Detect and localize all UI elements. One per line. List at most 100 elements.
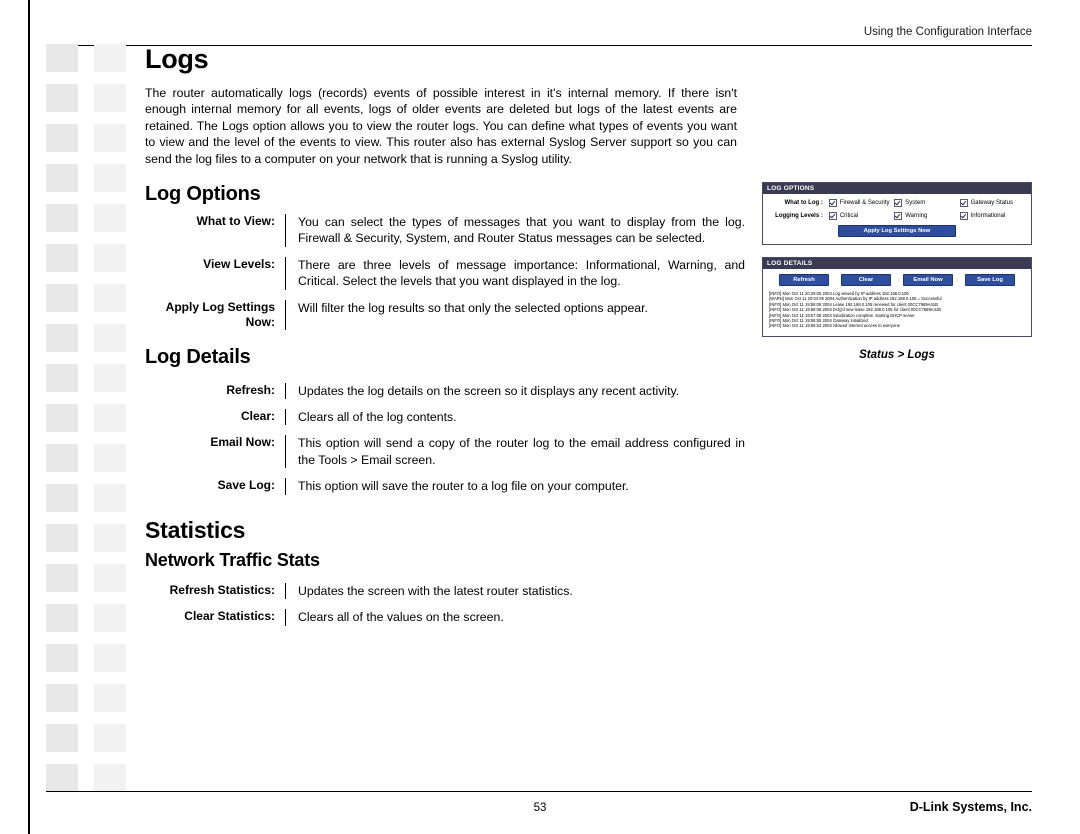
section-heading-log-details: Log Details (145, 345, 251, 368)
log-lines-list: [INFO] Mon Oct 11 20:29:05 2004 Log view… (769, 291, 1025, 329)
checkbox-icon[interactable] (959, 212, 968, 220)
decorative-square (46, 164, 78, 192)
definition-row: Refresh Statistics: Updates the screen w… (145, 582, 745, 600)
definition-row: Refresh: Updates the log details on the … (145, 382, 745, 400)
left-margin-rule (28, 0, 30, 834)
checkbox-label: Gateway Status (970, 200, 1013, 206)
apply-log-settings-now-button[interactable]: Apply Log Settings Now (838, 225, 956, 237)
definition-label: What to View: (196, 214, 275, 229)
definition-description: Clears all of the values on the screen. (298, 610, 504, 625)
decorative-square (94, 404, 126, 432)
decorative-square (94, 724, 126, 752)
definition-label: Clear Statistics: (184, 609, 275, 624)
decorative-square-row (46, 724, 126, 752)
definition-label: View Levels: (203, 256, 275, 271)
save-log-button[interactable]: Save Log (965, 274, 1015, 286)
log-line: [INFO] Mon Oct 11 19:56:53 2004 Allowed … (769, 323, 900, 329)
checkbox-label: Informational (970, 213, 1006, 219)
log-details-button-row: Refresh Clear Email Now Save Log (769, 274, 1025, 286)
definition-description: You can select the types of messages tha… (298, 215, 745, 246)
decorative-square (46, 284, 78, 312)
decorative-square (46, 644, 78, 672)
decorative-square-row (46, 84, 126, 112)
definition-label: Clear: (240, 409, 275, 424)
decorative-square (46, 764, 78, 792)
decorative-square (46, 604, 78, 632)
definition-row: Clear: Clears all of the log contents. (145, 409, 745, 426)
decorative-square-row (46, 244, 126, 272)
definition-row: Save Log: This option will save the rout… (145, 478, 745, 495)
checkbox-warning[interactable]: Warning (894, 212, 959, 220)
checkbox-icon[interactable] (894, 212, 903, 220)
definition-label: Refresh: (226, 382, 275, 397)
checkbox-icon[interactable] (828, 212, 837, 220)
decorative-square (94, 44, 126, 72)
page-title: Logs (145, 44, 209, 74)
decorative-square (94, 484, 126, 512)
checkbox-critical[interactable]: Critical (828, 212, 894, 220)
checkbox-icon[interactable] (828, 199, 837, 207)
checkbox-label: Warning (905, 213, 928, 219)
decorative-square (46, 524, 78, 552)
log-details-panel-title: LOG DETAILS (763, 258, 1031, 269)
decorative-square-row (46, 164, 126, 192)
definition-description: Updates the log details on the screen so… (298, 383, 680, 398)
definition-label: Save Log: (217, 478, 275, 493)
footer-company: D-Link Systems, Inc. (909, 800, 1032, 814)
checkbox-label: System (905, 200, 926, 206)
definition-row: View Levels: There are three levels of m… (145, 256, 745, 290)
logging-levels-label: Logging Levels : (775, 213, 823, 219)
log-options-panel-body: What to Log : Firewall & Security System… (763, 194, 1031, 244)
decorative-square (94, 604, 126, 632)
decorative-square (46, 564, 78, 592)
checkbox-firewall-security[interactable]: Firewall & Security (828, 199, 894, 207)
decorative-square (94, 244, 126, 272)
decorative-square (94, 164, 126, 192)
checkbox-informational[interactable]: Informational (959, 212, 1025, 220)
checkbox-icon[interactable] (894, 199, 903, 207)
definition-description: This option will save the router to a lo… (298, 479, 629, 494)
checkbox-icon[interactable] (959, 199, 968, 207)
decorative-square-row (46, 644, 126, 672)
section-heading-log-options: Log Options (145, 183, 261, 206)
decorative-square (94, 84, 126, 112)
footer-divider (46, 791, 1032, 792)
decorative-square (46, 84, 78, 112)
decorative-squares-column (46, 44, 126, 804)
checkbox-label: Critical (839, 213, 859, 219)
decorative-square (46, 204, 78, 232)
decorative-square (46, 684, 78, 712)
clear-button[interactable]: Clear (841, 274, 891, 286)
figure-screenshots: LOG OPTIONS What to Log : Firewall & Sec… (762, 182, 1032, 361)
decorative-square (94, 684, 126, 712)
decorative-square (46, 484, 78, 512)
what-to-log-row: What to Log : Firewall & Security System… (769, 199, 1025, 207)
checkbox-system[interactable]: System (894, 199, 959, 207)
email-now-button[interactable]: Email Now (903, 274, 953, 286)
decorative-square (94, 324, 126, 352)
definition-row: Clear Statistics: Clears all of the valu… (145, 609, 745, 626)
definition-label: Apply Log Settings Now: (165, 299, 275, 329)
decorative-square (94, 364, 126, 392)
decorative-square (46, 444, 78, 472)
decorative-square (46, 404, 78, 432)
what-to-log-label: What to Log : (784, 200, 823, 206)
checkbox-gateway-status[interactable]: Gateway Status (959, 199, 1025, 207)
refresh-button[interactable]: Refresh (779, 274, 829, 286)
main-content: Logs The router automatically logs (reco… (145, 44, 745, 636)
decorative-square (94, 204, 126, 232)
decorative-square (94, 564, 126, 592)
checkbox-label: Firewall & Security (839, 200, 890, 206)
definition-row: What to View: You can select the types o… (145, 214, 745, 247)
decorative-square-row (46, 324, 126, 352)
decorative-square-row (46, 444, 126, 472)
decorative-square-row (46, 364, 126, 392)
definition-description: Clears all of the log contents. (298, 410, 457, 425)
definition-description: Updates the screen with the latest route… (298, 583, 573, 598)
decorative-square (46, 44, 78, 72)
decorative-square-row (46, 684, 126, 712)
decorative-square-row (46, 124, 126, 152)
decorative-square (94, 124, 126, 152)
decorative-square-row (46, 524, 126, 552)
decorative-square-row (46, 764, 126, 792)
